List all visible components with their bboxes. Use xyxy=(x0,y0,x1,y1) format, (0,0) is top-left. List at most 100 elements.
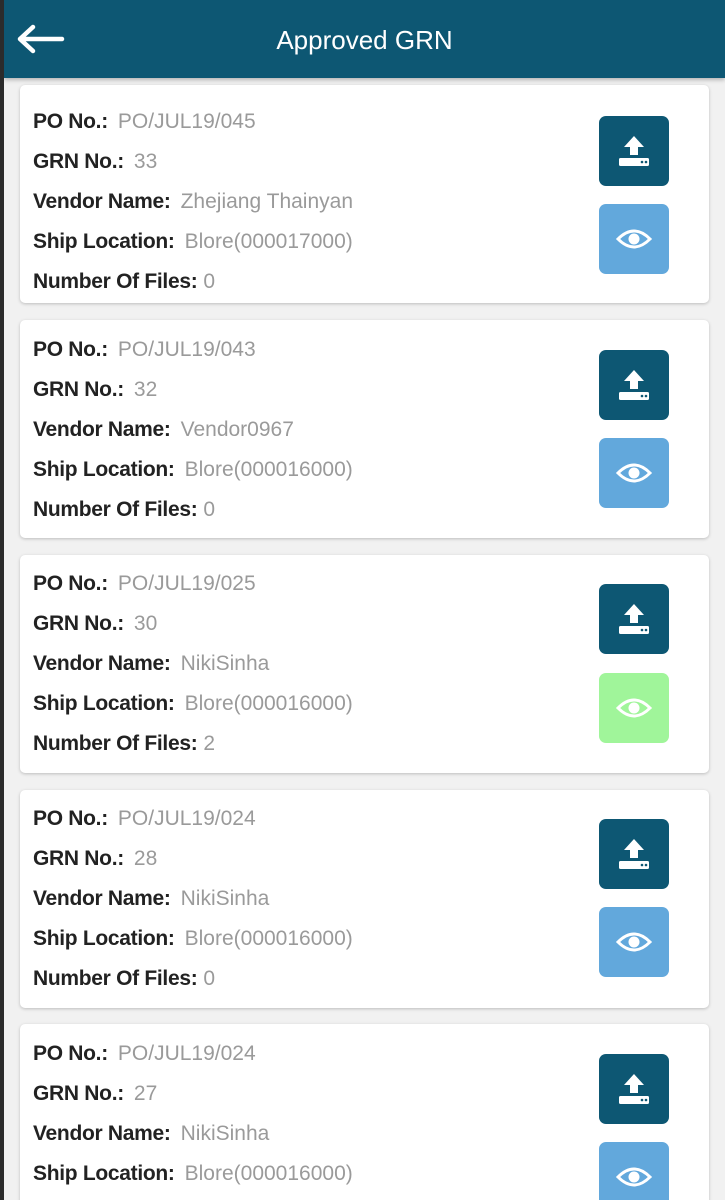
view-files-button[interactable] xyxy=(599,673,669,743)
upload-button[interactable] xyxy=(599,1054,669,1124)
files-label: Number Of Files: xyxy=(33,270,198,293)
eye-icon xyxy=(616,698,652,718)
upload-icon xyxy=(619,1074,649,1104)
vendor-value: NikiSinha xyxy=(180,652,270,675)
vendor-value: Vendor0967 xyxy=(180,418,294,441)
upload-button[interactable] xyxy=(599,350,669,420)
view-files-button[interactable] xyxy=(599,438,669,508)
upload-button[interactable] xyxy=(599,584,669,654)
ship-location-value: Blore(000016000) xyxy=(184,927,353,950)
grn-row: GRN No.: 30 xyxy=(33,609,157,639)
upload-icon xyxy=(619,839,649,869)
vendor-row: Vendor Name: NikiSinha xyxy=(33,1119,269,1149)
ship-location-row: Ship Location: Blore(000016000) xyxy=(33,689,353,719)
files-label: Number Of Files: xyxy=(33,732,198,755)
grn-label: GRN No.: xyxy=(33,1082,124,1105)
ship-location-row: Ship Location: Blore(000016000) xyxy=(33,1159,353,1189)
app-screen: Approved GRN PO No.: PO/JUL19/045 GRN No.… xyxy=(4,0,725,1200)
grn-row: GRN No.: 27 xyxy=(33,1079,157,1109)
grn-value: 33 xyxy=(133,150,158,173)
po-row: PO No.: PO/JUL19/024 xyxy=(33,1039,256,1069)
ship-location-label: Ship Location: xyxy=(33,927,175,950)
eye-icon xyxy=(616,229,652,249)
grn-value: 32 xyxy=(133,378,158,401)
upload-icon xyxy=(619,604,649,634)
grn-card: PO No.: PO/JUL19/045 GRN No.: 33 Vendor Na… xyxy=(20,85,709,303)
grn-card: PO No.: PO/JUL19/043 GRN No.: 32 Vendor Na… xyxy=(20,320,709,538)
vendor-label: Vendor Name: xyxy=(33,190,171,213)
upload-button[interactable] xyxy=(599,819,669,889)
app-header: Approved GRN xyxy=(4,0,725,78)
po-label: PO No.: xyxy=(33,807,108,830)
view-files-button[interactable] xyxy=(599,1142,669,1200)
files-value: 0 xyxy=(203,270,216,293)
files-label: Number Of Files: xyxy=(33,498,198,521)
ship-location-label: Ship Location: xyxy=(33,1162,175,1185)
po-label: PO No.: xyxy=(33,338,108,361)
grn-row: GRN No.: 32 xyxy=(33,375,157,405)
files-label: Number Of Files: xyxy=(33,967,198,990)
ship-location-value: Blore(000016000) xyxy=(184,692,353,715)
vendor-row: Vendor Name: NikiSinha xyxy=(33,884,269,914)
po-value: PO/JUL19/025 xyxy=(117,572,256,595)
eye-icon xyxy=(616,463,652,483)
grn-value: 28 xyxy=(133,847,158,870)
po-row: PO No.: PO/JUL19/024 xyxy=(33,804,256,834)
vendor-label: Vendor Name: xyxy=(33,418,171,441)
po-row: PO No.: PO/JUL19/025 xyxy=(33,569,256,599)
vendor-label: Vendor Name: xyxy=(33,1122,171,1145)
grn-label: GRN No.: xyxy=(33,847,124,870)
po-row: PO No.: PO/JUL19/043 xyxy=(33,335,256,365)
files-value: 0 xyxy=(203,498,216,521)
grn-label: GRN No.: xyxy=(33,378,124,401)
grn-row: GRN No.: 33 xyxy=(33,147,157,177)
po-label: PO No.: xyxy=(33,1042,108,1065)
po-value: PO/JUL19/043 xyxy=(117,338,256,361)
ship-location-label: Ship Location: xyxy=(33,230,175,253)
ship-location-row: Ship Location: Blore(000016000) xyxy=(33,455,353,485)
grn-card: PO No.: PO/JUL19/025 GRN No.: 30 Vendor Na… xyxy=(20,555,709,773)
ship-location-label: Ship Location: xyxy=(33,692,175,715)
po-value: PO/JUL19/024 xyxy=(117,1042,256,1065)
po-value: PO/JUL19/045 xyxy=(117,110,256,133)
grn-card: PO No.: PO/JUL19/024 GRN No.: 27 Vendor Na… xyxy=(20,1024,709,1200)
vendor-value: NikiSinha xyxy=(180,1122,270,1145)
ship-location-row: Ship Location: Blore(000017000) xyxy=(33,227,353,257)
upload-button[interactable] xyxy=(599,116,669,186)
eye-icon xyxy=(616,932,652,952)
ship-location-value: Blore(000016000) xyxy=(184,458,353,481)
grn-value: 30 xyxy=(133,612,158,635)
vendor-label: Vendor Name: xyxy=(33,887,171,910)
files-value: 2 xyxy=(203,732,216,755)
po-row: PO No.: PO/JUL19/045 xyxy=(33,107,256,137)
ship-location-value: Blore(000016000) xyxy=(184,1162,353,1185)
grn-card: PO No.: PO/JUL19/024 GRN No.: 28 Vendor Na… xyxy=(20,790,709,1008)
view-files-button[interactable] xyxy=(599,907,669,977)
files-row: Number Of Files: 0 xyxy=(33,964,215,994)
grn-label: GRN No.: xyxy=(33,612,124,635)
ship-location-value: Blore(000017000) xyxy=(184,230,353,253)
vendor-label: Vendor Name: xyxy=(33,652,171,675)
grn-value: 27 xyxy=(133,1082,158,1105)
po-label: PO No.: xyxy=(33,572,108,595)
upload-icon xyxy=(619,370,649,400)
vendor-row: Vendor Name: Zhejiang Thainyan xyxy=(33,187,353,217)
files-row: Number Of Files: 0 xyxy=(33,495,215,525)
vendor-value: Zhejiang Thainyan xyxy=(180,190,354,213)
grn-row: GRN No.: 28 xyxy=(33,844,157,874)
po-label: PO No.: xyxy=(33,110,108,133)
vendor-row: Vendor Name: NikiSinha xyxy=(33,649,269,679)
eye-icon xyxy=(616,1167,652,1187)
po-value: PO/JUL19/024 xyxy=(117,807,256,830)
grn-label: GRN No.: xyxy=(33,150,124,173)
files-row: Number Of Files: 0 xyxy=(33,267,215,297)
vendor-value: NikiSinha xyxy=(180,887,270,910)
ship-location-row: Ship Location: Blore(000016000) xyxy=(33,924,353,954)
upload-icon xyxy=(619,136,649,166)
files-row: Number Of Files: 2 xyxy=(33,729,215,759)
vendor-row: Vendor Name: Vendor0967 xyxy=(33,415,294,445)
view-files-button[interactable] xyxy=(599,204,669,274)
files-value: 0 xyxy=(203,967,216,990)
page-title: Approved GRN xyxy=(276,25,453,55)
ship-location-label: Ship Location: xyxy=(33,458,175,481)
